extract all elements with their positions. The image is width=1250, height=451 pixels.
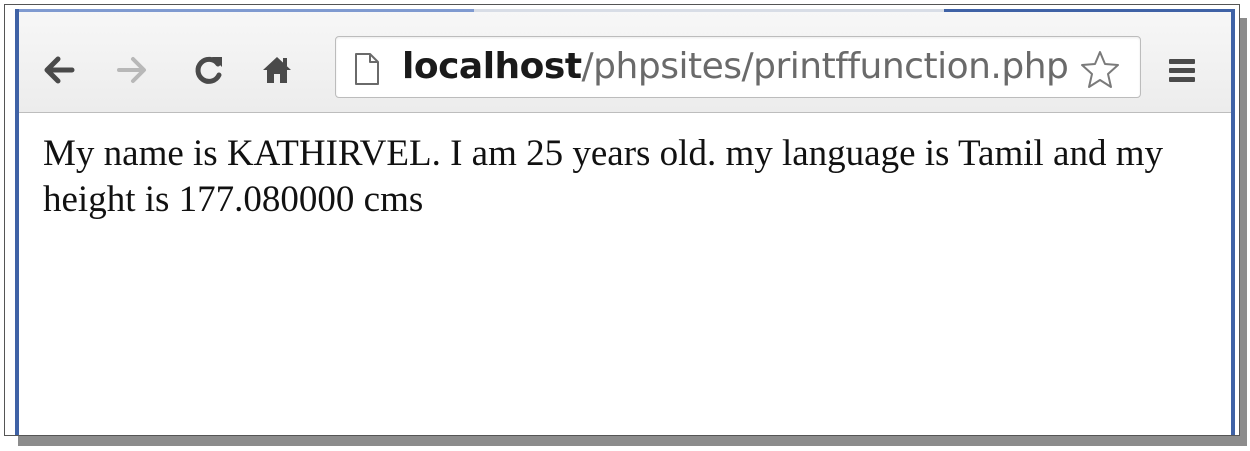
page-document-icon <box>355 53 379 85</box>
browser-toolbar: localhost/phpsites/printffunction.php <box>19 12 1231 113</box>
hamburger-menu-icon <box>1169 59 1195 82</box>
forward-arrow-icon <box>117 57 146 83</box>
screenshot-frame: localhost/phpsites/printffunction.php My… <box>4 4 1240 436</box>
home-icon <box>263 57 291 83</box>
forward-button[interactable] <box>114 52 150 88</box>
reload-button[interactable] <box>191 52 227 88</box>
reload-icon <box>195 56 222 84</box>
back-arrow-icon <box>44 56 75 84</box>
browser-window: localhost/phpsites/printffunction.php My… <box>15 9 1235 435</box>
url-path: /phpsites/printffunction.php <box>581 46 1069 87</box>
address-bar-url[interactable]: localhost/phpsites/printffunction.php <box>402 45 1069 89</box>
php-output-text: My name is KATHIRVEL. I am 25 years old.… <box>43 133 1164 220</box>
menu-button[interactable] <box>1164 52 1200 88</box>
page-content: My name is KATHIRVEL. I am 25 years old.… <box>19 113 1231 435</box>
home-button[interactable] <box>259 52 295 88</box>
screenshot-canvas: localhost/phpsites/printffunction.php My… <box>0 0 1250 451</box>
star-outline-icon[interactable] <box>1080 49 1120 89</box>
address-bar[interactable]: localhost/phpsites/printffunction.php <box>335 36 1141 98</box>
back-button[interactable] <box>41 52 77 88</box>
url-host: localhost <box>402 46 582 87</box>
